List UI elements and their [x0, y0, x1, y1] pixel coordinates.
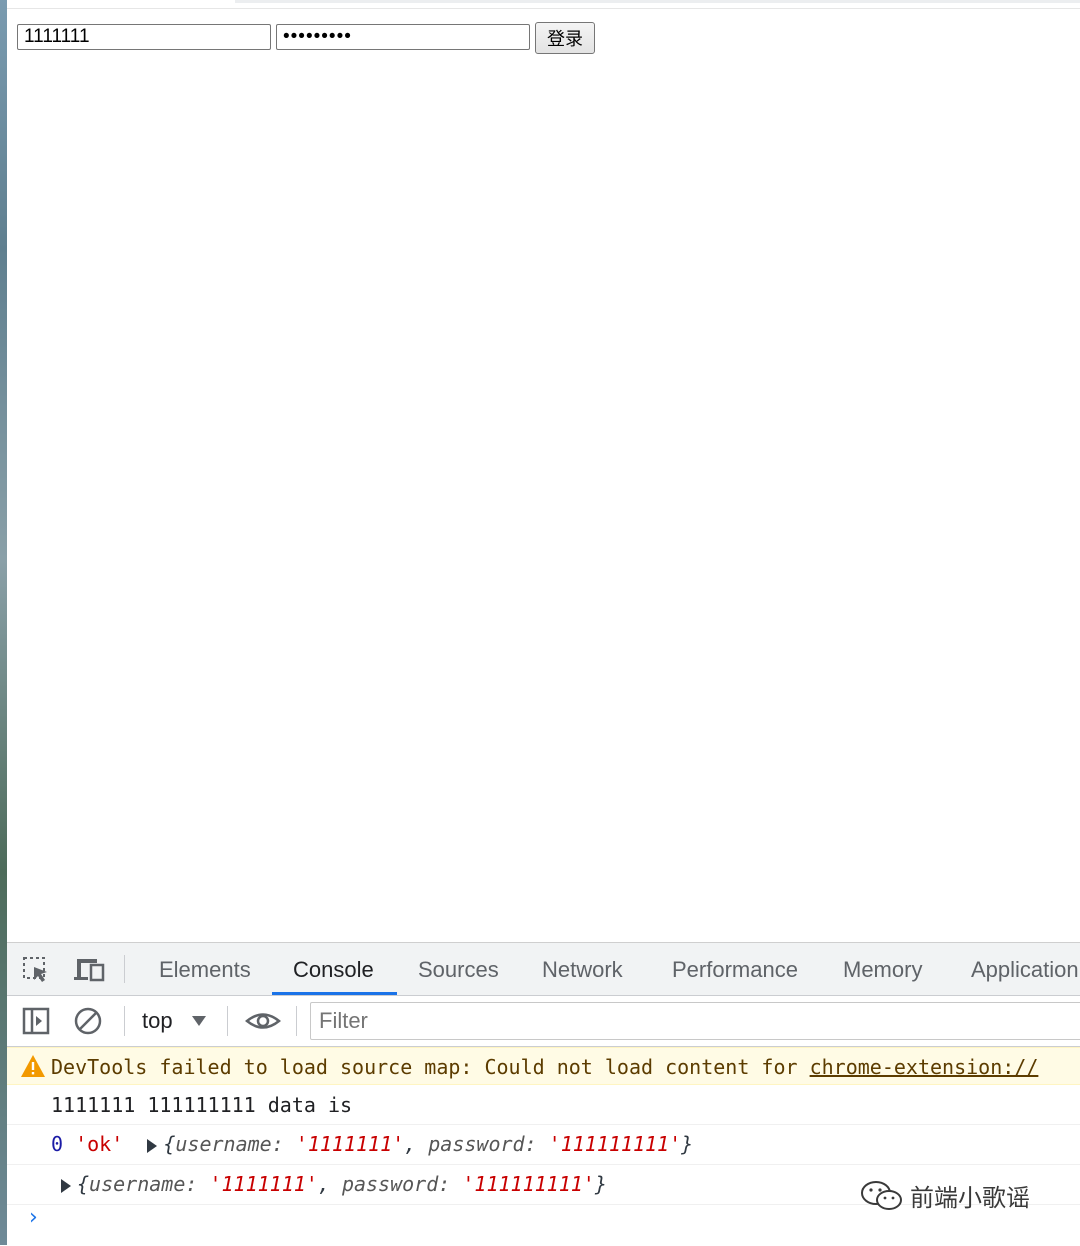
watermark-text: 前端小歌谣: [910, 1184, 1030, 1212]
expand-arrow-icon[interactable]: [61, 1172, 77, 1196]
toolbar-divider-3: [296, 1006, 297, 1036]
tab-application[interactable]: Application: [971, 943, 1079, 995]
devtools-tabbar: Elements Console Sources Network Perform…: [7, 943, 1080, 996]
inspect-element-icon[interactable]: [21, 955, 51, 985]
obj-key: username:: [89, 1172, 210, 1196]
tab-network[interactable]: Network: [542, 943, 623, 995]
filter-input[interactable]: [310, 1002, 1080, 1040]
username-input[interactable]: [17, 24, 271, 50]
watermark: 前端小歌谣: [860, 1178, 1030, 1218]
password-input[interactable]: [276, 24, 530, 50]
console-log-row: 0 'ok' {username: '1111111', password: '…: [7, 1124, 1080, 1165]
desktop-edge: [0, 0, 7, 1245]
warning-message: DevTools failed to load source map: Coul…: [51, 1055, 1038, 1079]
log-content: {username: '1111111', password: '1111111…: [61, 1172, 607, 1196]
obj-key: password:: [341, 1172, 463, 1196]
tab-sources[interactable]: Sources: [418, 943, 499, 995]
tab-performance[interactable]: Performance: [672, 943, 798, 995]
warning-icon: [20, 1054, 46, 1083]
warning-text: DevTools failed to load source map: Coul…: [51, 1055, 810, 1079]
obj-sep: ,: [404, 1132, 429, 1156]
obj-value: '111111111': [462, 1172, 595, 1196]
context-selector[interactable]: top: [142, 996, 173, 1046]
expand-arrow-icon[interactable]: [147, 1132, 163, 1156]
obj-value: '111111111': [548, 1132, 682, 1156]
obj-value: '1111111': [295, 1132, 405, 1156]
obj-sep: ,: [317, 1172, 342, 1196]
brace-close: }: [681, 1132, 694, 1156]
clear-console-icon[interactable]: [73, 1006, 103, 1036]
brace-open: {: [77, 1172, 90, 1196]
toolbar-divider-2: [227, 1006, 228, 1036]
tab-console[interactable]: Console: [293, 943, 374, 995]
tabbar-divider: [124, 955, 125, 983]
wechat-icon: [860, 1179, 904, 1219]
log-object[interactable]: {username: '1111111', password: '1111111…: [77, 1172, 607, 1196]
log-number: 0: [51, 1132, 64, 1156]
login-button[interactable]: 登录: [535, 22, 595, 54]
obj-key: password:: [428, 1132, 549, 1156]
tab-shade: [235, 0, 1080, 3]
console-toolbar: top: [7, 996, 1080, 1047]
log-text: 1111111 111111111 data is: [51, 1093, 353, 1117]
device-toolbar-icon[interactable]: [73, 955, 105, 985]
log-content: 0 'ok' {username: '1111111', password: '…: [51, 1132, 693, 1156]
chevron-down-icon[interactable]: [192, 1016, 206, 1026]
log-string: 'ok': [75, 1132, 124, 1156]
brace-open: {: [163, 1132, 176, 1156]
console-log-row: 1111111 111111111 data is: [7, 1084, 1080, 1125]
log-object[interactable]: {username: '1111111', password: '1111111…: [163, 1132, 693, 1156]
active-tab-indicator: [272, 992, 397, 995]
brace-close: }: [594, 1172, 607, 1196]
console-prompt[interactable]: ›: [29, 1205, 38, 1230]
obj-key: username:: [175, 1132, 296, 1156]
tab-memory[interactable]: Memory: [843, 943, 922, 995]
browser-top-strip: [7, 0, 1080, 9]
toolbar-divider: [124, 1006, 125, 1036]
page-content: 登录: [7, 9, 1080, 942]
eye-icon[interactable]: [245, 1006, 281, 1036]
warning-link[interactable]: chrome-extension://: [810, 1055, 1039, 1079]
tab-elements[interactable]: Elements: [159, 943, 251, 995]
obj-value: '1111111': [209, 1172, 318, 1196]
sidebar-toggle-icon[interactable]: [21, 1006, 51, 1036]
console-warning: DevTools failed to load source map: Coul…: [7, 1047, 1080, 1085]
